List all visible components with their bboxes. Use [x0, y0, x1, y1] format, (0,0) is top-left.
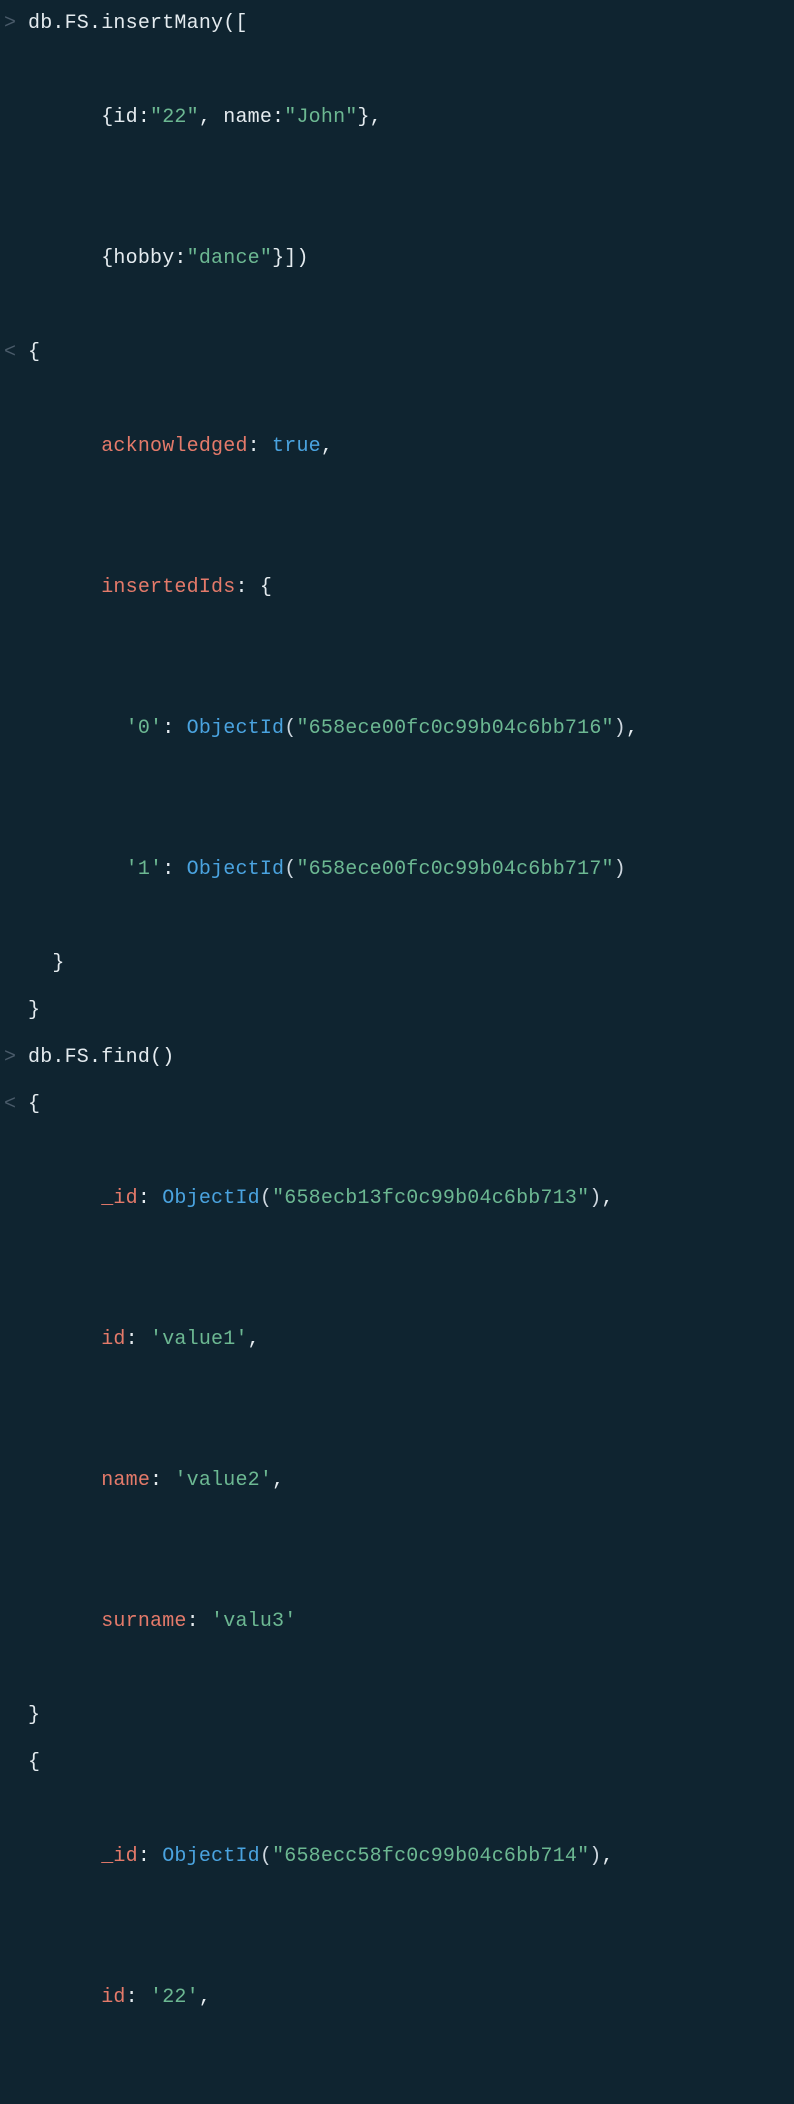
code-text: {	[28, 329, 40, 376]
shell-output-line: < {	[0, 1081, 794, 1128]
code-text: _id: ObjectId("658ecc58fc0c99b04c6bb714"…	[28, 1786, 614, 1927]
shell-output-line: '1': ObjectId("658ece00fc0c99b04c6bb717"…	[0, 799, 794, 940]
result-indicator-icon: <	[0, 329, 28, 376]
shell-output-line: surname: 'valu3'	[0, 1551, 794, 1692]
shell-output-line: acknowledged: true,	[0, 376, 794, 517]
gutter-blank	[0, 1786, 28, 1833]
shell-input-line[interactable]: {hobby:"dance"}])	[0, 188, 794, 329]
gutter-blank	[0, 2068, 28, 2104]
gutter-blank	[0, 1410, 28, 1457]
code-text: db.FS.insertMany([	[28, 0, 248, 47]
gutter-blank	[0, 799, 28, 846]
code-text: _id: ObjectId("658ecb13fc0c99b04c6bb713"…	[28, 1128, 614, 1269]
gutter-blank	[0, 1927, 28, 1974]
shell-output-line: }	[0, 987, 794, 1034]
gutter-blank	[0, 1692, 28, 1739]
gutter-blank	[0, 188, 28, 235]
code-text: id: '22',	[28, 1927, 211, 2068]
shell-output-line: insertedIds: {	[0, 517, 794, 658]
gutter-blank	[0, 1551, 28, 1598]
code-text: {	[28, 1739, 40, 1786]
shell-output-line: name: 'value2',	[0, 1410, 794, 1551]
code-text: insertedIds: {	[28, 517, 272, 658]
code-text: }	[28, 987, 40, 1034]
shell-input-line[interactable]: > db.FS.find()	[0, 1034, 794, 1081]
gutter-blank	[0, 376, 28, 423]
code-text: {hobby:"dance"}])	[28, 188, 309, 329]
gutter-blank	[0, 658, 28, 705]
code-text: acknowledged: true,	[28, 376, 333, 517]
gutter-blank	[0, 1128, 28, 1175]
code-text: db.FS.find()	[28, 1034, 174, 1081]
gutter-blank	[0, 1739, 28, 1786]
shell-output-line: id: 'value1',	[0, 1269, 794, 1410]
gutter-blank	[0, 1269, 28, 1316]
prompt-indicator-icon: >	[0, 1034, 28, 1081]
code-text: {id:"22", name:"John"},	[28, 47, 382, 188]
shell-input-line[interactable]: {id:"22", name:"John"},	[0, 47, 794, 188]
shell-output-line: {	[0, 1739, 794, 1786]
shell-output-line: name: 'John'	[0, 2068, 794, 2104]
gutter-blank	[0, 47, 28, 94]
shell-output-line: _id: ObjectId("658ecc58fc0c99b04c6bb714"…	[0, 1786, 794, 1927]
code-text: surname: 'valu3'	[28, 1551, 296, 1692]
shell-output-line: }	[0, 1692, 794, 1739]
code-text: }	[28, 1692, 40, 1739]
code-text: name: 'value2',	[28, 1410, 284, 1551]
code-text: }	[28, 940, 65, 987]
shell-output-line: id: '22',	[0, 1927, 794, 2068]
shell-input-line[interactable]: > db.FS.insertMany([	[0, 0, 794, 47]
code-text: '0': ObjectId("658ece00fc0c99b04c6bb716"…	[28, 658, 638, 799]
shell-output-line: < {	[0, 329, 794, 376]
result-indicator-icon: <	[0, 1081, 28, 1128]
code-text: id: 'value1',	[28, 1269, 260, 1410]
gutter-blank	[0, 940, 28, 987]
prompt-indicator-icon: >	[0, 0, 28, 47]
code-text: {	[28, 1081, 40, 1128]
shell-output-line: }	[0, 940, 794, 987]
gutter-blank	[0, 517, 28, 564]
shell-output-line: _id: ObjectId("658ecb13fc0c99b04c6bb713"…	[0, 1128, 794, 1269]
code-text: '1': ObjectId("658ece00fc0c99b04c6bb717"…	[28, 799, 626, 940]
code-text: name: 'John'	[28, 2068, 248, 2104]
gutter-blank	[0, 987, 28, 1034]
shell-output-line: '0': ObjectId("658ece00fc0c99b04c6bb716"…	[0, 658, 794, 799]
